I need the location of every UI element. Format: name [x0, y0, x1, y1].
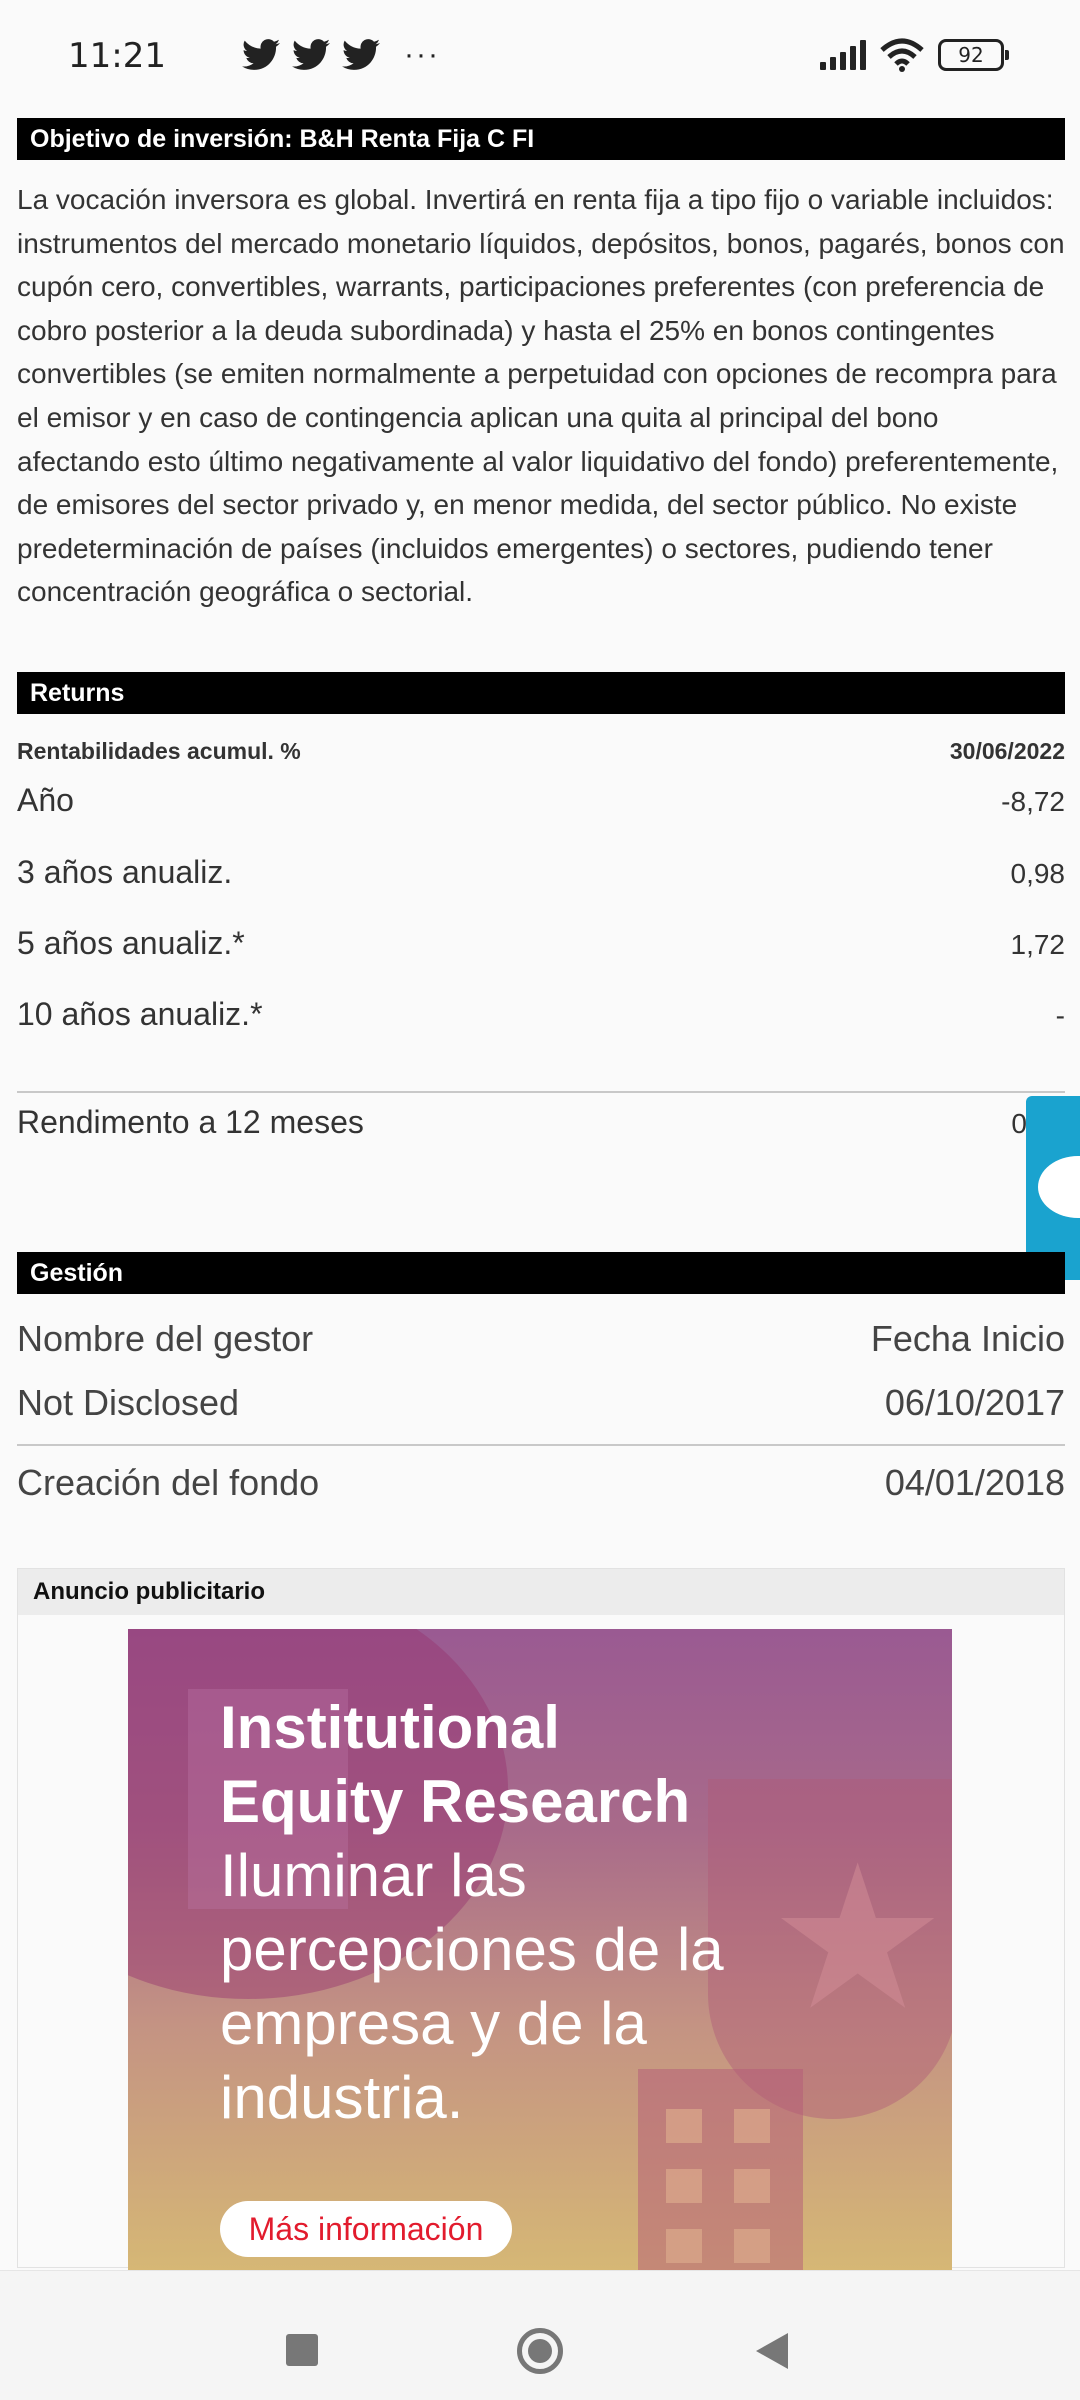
- returns-table-header: Rentabilidades acumul. % 30/06/2022: [17, 738, 1065, 765]
- return-value: -8,72: [1001, 786, 1065, 817]
- back-button[interactable]: [756, 2333, 788, 2369]
- divider: [17, 1444, 1065, 1446]
- table-row: Creación del fondo 04/01/2018: [17, 1462, 1065, 1504]
- chat-bubble-icon: [1038, 1156, 1080, 1218]
- status-time: 11:21: [68, 36, 166, 76]
- table-row: 5 años anualiz.* 1,72: [17, 925, 1065, 962]
- objective-text: La vocación inversora es global. Inverti…: [17, 184, 1065, 608]
- return-value: -: [1055, 1000, 1065, 1031]
- yield-row: Rendimento a 12 meses 0: [17, 1104, 1065, 1141]
- yield-value: 0: [1011, 1108, 1027, 1139]
- ad-title-line: Institutional: [220, 1694, 560, 1761]
- management-header: Gestión: [17, 1252, 1065, 1294]
- twitter-icon: [242, 39, 280, 70]
- system-icons: 92: [820, 38, 1009, 72]
- manager-name: Not Disclosed: [17, 1382, 240, 1423]
- wifi-icon: [880, 38, 924, 72]
- table-row: Not Disclosed 06/10/2017: [17, 1382, 1065, 1424]
- return-value: 0,98: [1010, 858, 1066, 889]
- returns-date: 30/06/2022: [949, 738, 1065, 764]
- ad-banner[interactable]: ★ Institutional Equity Research Iluminar…: [128, 1629, 952, 2289]
- battery-icon: 92: [938, 39, 1009, 71]
- signal-icon: [820, 40, 866, 70]
- recents-button[interactable]: [286, 2334, 318, 2366]
- ad-title-line: Equity Research: [220, 1768, 691, 1835]
- system-nav-bar: [0, 2270, 1080, 2400]
- ad-label: Anuncio publicitario: [18, 1569, 1064, 1615]
- twitter-icon: [342, 39, 380, 70]
- notification-icons: ···: [160, 38, 440, 72]
- fund-creation-label: Creación del fondo: [17, 1462, 320, 1503]
- status-bar: 11:21 ··· 92: [0, 0, 1080, 104]
- twitter-icon: [292, 39, 330, 70]
- start-date-column-label: Fecha Inicio: [870, 1318, 1065, 1359]
- divider: [17, 1091, 1065, 1093]
- ad-container: Anuncio publicitario ★ Institutional Equ…: [17, 1568, 1065, 2289]
- return-label: 5 años anualiz.*: [17, 925, 245, 961]
- yield-label: Rendimento a 12 meses: [17, 1104, 364, 1140]
- returns-table-label: Rentabilidades acumul. %: [17, 738, 301, 764]
- table-row: 10 años anualiz.* -: [17, 996, 1065, 1033]
- management-columns: Nombre del gestor Fecha Inicio: [17, 1318, 1065, 1360]
- returns-header: Returns: [17, 672, 1065, 714]
- home-button[interactable]: [517, 2328, 563, 2374]
- manager-start-date: 06/10/2017: [884, 1382, 1065, 1423]
- ad-title: Institutional Equity Research: [220, 1691, 690, 1839]
- star-icon: ★: [768, 1827, 948, 2050]
- return-label: 3 años anualiz.: [17, 854, 233, 890]
- objective-header: Objetivo de inversión: B&H Renta Fija C …: [17, 118, 1065, 160]
- table-row: Año -8,72: [17, 782, 1065, 819]
- return-label: Año: [17, 782, 74, 818]
- more-notifications-icon: ···: [404, 38, 440, 71]
- return-value: 1,72: [1010, 929, 1066, 960]
- more-info-button[interactable]: Más información: [220, 2201, 512, 2257]
- return-label: 10 años anualiz.*: [17, 996, 263, 1032]
- ad-subtitle: Iluminar las percepciones de la empresa …: [220, 1842, 724, 2131]
- fund-creation-date: 04/01/2018: [884, 1462, 1065, 1503]
- table-row: 3 años anualiz. 0,98: [17, 854, 1065, 891]
- manager-column-label: Nombre del gestor: [17, 1318, 314, 1359]
